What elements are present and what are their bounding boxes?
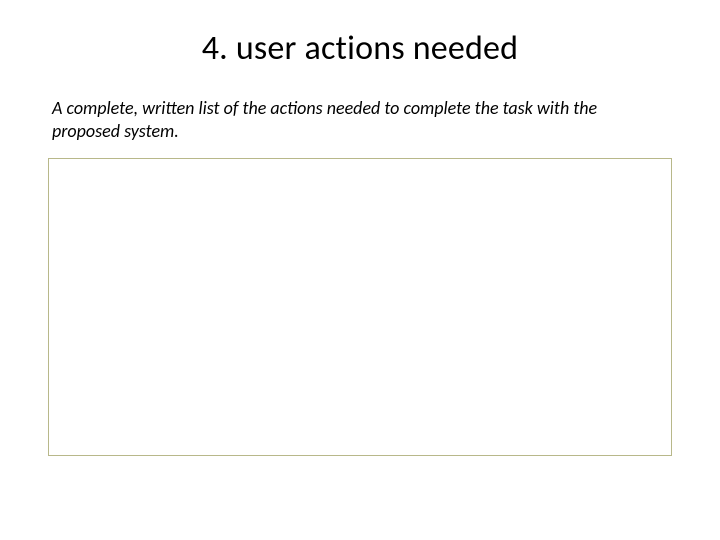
content-box [48, 158, 672, 456]
slide-title: 4. user actions needed [48, 28, 672, 69]
slide-container: 4. user actions needed A complete, writt… [0, 0, 720, 540]
slide-description: A complete, written list of the actions … [48, 97, 672, 144]
